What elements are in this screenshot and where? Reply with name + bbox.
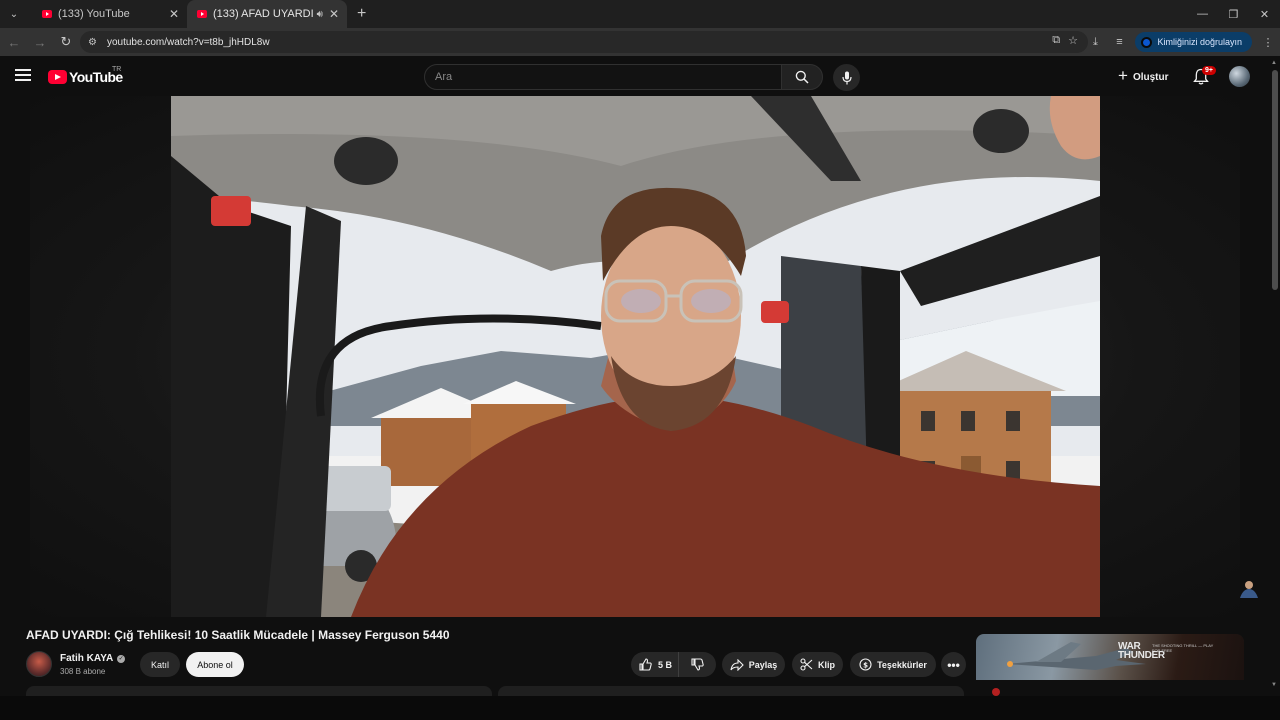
- browser-menu-icon[interactable]: ⋮: [1256, 36, 1280, 49]
- youtube-favicon-icon: [197, 10, 207, 18]
- super-thanks-icon: $: [859, 658, 872, 671]
- thanks-label: Teşekkürler: [877, 659, 927, 670]
- media-controls-icon[interactable]: ≡: [1107, 36, 1131, 48]
- guide-menu-icon[interactable]: [15, 69, 31, 81]
- tab-title: (133) YouTube: [58, 8, 130, 20]
- speaker-icon[interactable]: 🔊︎: [317, 9, 323, 20]
- search-box: [424, 64, 782, 90]
- site-info-icon[interactable]: ⚙: [88, 37, 97, 48]
- account-avatar[interactable]: [1229, 66, 1250, 87]
- plus-icon: +: [1118, 66, 1128, 85]
- scissors-icon: [800, 658, 813, 671]
- address-bar[interactable]: ⚙ youtube.com/watch?v=t8b_jhHDL8w ⧉ ☆: [80, 31, 1088, 53]
- reload-icon[interactable]: ↻: [54, 30, 78, 54]
- description-card[interactable]: [26, 686, 492, 696]
- video-scene: [171, 96, 1100, 617]
- clip-label: Klip: [818, 659, 835, 670]
- subscribe-button[interactable]: Abone ol: [186, 652, 244, 677]
- like-count: 5 B: [658, 659, 673, 670]
- create-button[interactable]: + Oluştur: [1118, 65, 1169, 89]
- channel-name: Fatih KAYA: [60, 653, 114, 664]
- ad-banner-image: WAR THUNDER THE SHOOTING THRILL — PLAY F…: [976, 634, 1244, 680]
- player-corner-icon[interactable]: [1238, 577, 1260, 599]
- back-icon[interactable]: ←: [2, 30, 26, 54]
- ad-tagline: THE SHOOTING THRILL — PLAY FOR FREE: [1152, 643, 1214, 653]
- video-player[interactable]: [0, 96, 1270, 617]
- forward-icon[interactable]: →: [28, 30, 52, 54]
- join-button[interactable]: Katıl: [140, 652, 180, 677]
- scroll-up-arrow-icon[interactable]: ▲: [1271, 60, 1277, 66]
- profile-verify-label: Kimliğinizi doğrulayın: [1157, 37, 1242, 47]
- browser-toolbar: ← → ↻ ⚙ youtube.com/watch?v=t8b_jhHDL8w …: [0, 28, 1280, 56]
- microphone-icon: [841, 71, 852, 84]
- channel-name-link[interactable]: Fatih KAYA ✓: [60, 653, 126, 664]
- os-taskbar: [0, 696, 1280, 720]
- url-text: youtube.com/watch?v=t8b_jhHDL8w: [106, 36, 270, 48]
- install-app-icon[interactable]: ⧉: [1052, 34, 1060, 47]
- close-tab-icon[interactable]: ✕: [329, 7, 339, 21]
- svg-text:$: $: [863, 661, 868, 669]
- youtube-play-icon: [48, 70, 67, 84]
- tab-title: (133) AFAD UYARDI: Çığ Teh: [213, 8, 313, 20]
- clip-button[interactable]: Klip: [792, 652, 843, 677]
- country-code: TR: [112, 66, 122, 73]
- verified-check-icon: ✓: [117, 654, 126, 663]
- voice-search-button[interactable]: [833, 64, 860, 91]
- thumbs-down-icon: [691, 658, 704, 671]
- comments-card[interactable]: [498, 686, 964, 696]
- window-controls: — ❐ ✕: [1187, 0, 1280, 28]
- youtube-masthead: YouTube TR + Oluştur 9+: [0, 56, 1270, 96]
- browser-tab-youtube[interactable]: (133) YouTube ✕: [32, 0, 187, 28]
- close-tab-icon[interactable]: ✕: [169, 7, 179, 21]
- more-actions-button[interactable]: •••: [941, 652, 966, 677]
- ad-footer: [976, 680, 1244, 696]
- browser-tab-strip: ⌄ (133) YouTube ✕ (133) AFAD UYARDI: Çığ…: [0, 0, 1280, 28]
- tab-search-icon[interactable]: ⌄: [4, 4, 24, 24]
- search-input[interactable]: [435, 71, 781, 83]
- share-arrow-icon: [730, 658, 744, 671]
- thumbs-up-icon: [639, 658, 652, 671]
- minimize-icon[interactable]: —: [1187, 0, 1218, 28]
- share-label: Paylaş: [748, 659, 778, 670]
- video-title: AFAD UYARDI: Çığ Tehlikesi! 10 Saatlik M…: [26, 628, 450, 642]
- new-tab-button[interactable]: +: [357, 5, 366, 23]
- subscriber-count: 308 B abone: [60, 667, 106, 676]
- profile-verify-button[interactable]: Kimliğinizi doğrulayın: [1135, 32, 1252, 52]
- youtube-favicon-icon: [42, 10, 52, 18]
- bookmark-star-icon[interactable]: ☆: [1068, 34, 1078, 47]
- more-horizontal-icon: •••: [947, 657, 960, 672]
- download-icon[interactable]: ⤓: [1083, 36, 1107, 49]
- video-frame[interactable]: [171, 96, 1100, 617]
- like-button[interactable]: 5 B: [631, 652, 679, 677]
- profile-avatar-icon: [1141, 36, 1153, 48]
- search-icon: [795, 70, 809, 84]
- page-scrollbar[interactable]: ▲ ▼: [1270, 56, 1280, 696]
- sidebar-ad-card[interactable]: WAR THUNDER THE SHOOTING THRILL — PLAY F…: [976, 634, 1244, 696]
- browser-tab-active-video[interactable]: (133) AFAD UYARDI: Çığ Teh 🔊︎ ✕: [187, 0, 347, 28]
- like-dislike-group: 5 B: [631, 652, 716, 677]
- share-button[interactable]: Paylaş: [722, 652, 785, 677]
- thanks-button[interactable]: $ Teşekkürler: [850, 652, 936, 677]
- search-button[interactable]: [781, 64, 823, 90]
- restore-icon[interactable]: ❐: [1218, 0, 1249, 28]
- close-window-icon[interactable]: ✕: [1249, 0, 1280, 28]
- dislike-button[interactable]: [679, 658, 716, 671]
- channel-avatar[interactable]: [26, 651, 52, 677]
- jet-illustration: [1006, 642, 1146, 670]
- scroll-down-arrow-icon[interactable]: ▼: [1271, 682, 1277, 688]
- scrollbar-thumb[interactable]: [1272, 70, 1278, 290]
- notification-count-badge: 9+: [1202, 66, 1216, 75]
- create-label: Oluştur: [1132, 71, 1169, 83]
- advertiser-avatar: [992, 688, 1000, 696]
